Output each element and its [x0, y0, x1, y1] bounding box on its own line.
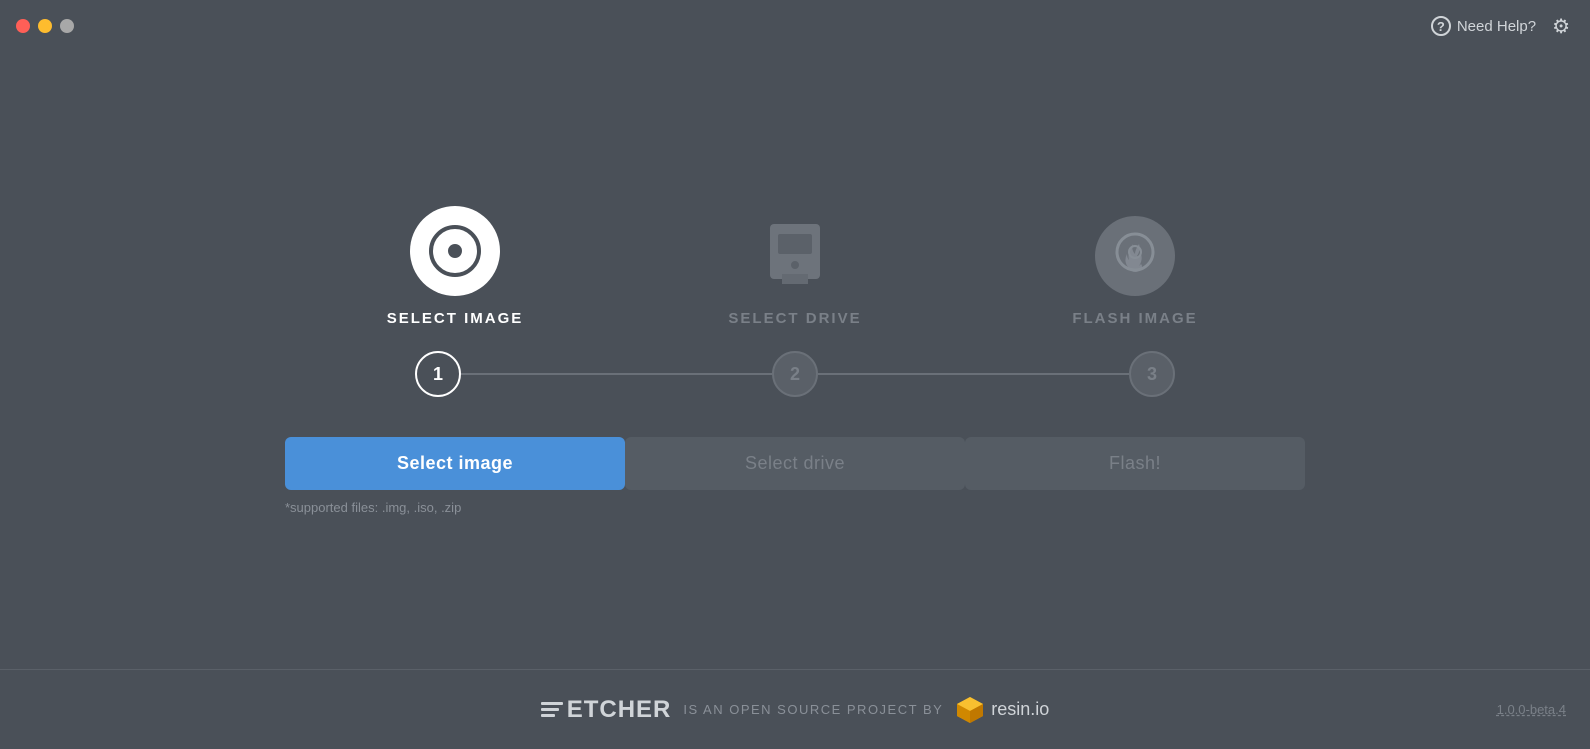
- maximize-button[interactable]: [60, 19, 74, 33]
- select-image-col: Select image *supported files: .img, .is…: [285, 437, 625, 515]
- disc-icon: [410, 206, 500, 296]
- title-bar: ? Need Help? ⚙: [0, 0, 1590, 52]
- step-3-icon-wrapper: [1095, 216, 1175, 296]
- select-image-button[interactable]: Select image: [285, 437, 625, 490]
- etcher-line-2: [541, 708, 559, 711]
- help-icon: ?: [1431, 16, 1451, 36]
- resin-logo: resin.io: [955, 695, 1049, 725]
- step-1-item: SELECT IMAGE: [285, 206, 625, 327]
- title-bar-right: ? Need Help? ⚙: [1431, 0, 1570, 52]
- flash-button[interactable]: Flash!: [965, 437, 1305, 490]
- etcher-line-3: [541, 714, 555, 717]
- select-drive-button[interactable]: Select drive: [625, 437, 965, 490]
- minimize-button[interactable]: [38, 19, 52, 33]
- flash-col: Flash!: [965, 437, 1305, 490]
- main-content: SELECT IMAGE SELECT DRIVE: [0, 52, 1590, 669]
- close-button[interactable]: [16, 19, 30, 33]
- step-line-2-3: [818, 373, 1129, 375]
- steps-icons-row: SELECT IMAGE SELECT DRIVE: [0, 206, 1590, 327]
- flash-icon: [1107, 228, 1163, 284]
- step-3-item: FLASH IMAGE: [965, 216, 1305, 327]
- resin-text: resin.io: [991, 699, 1049, 720]
- select-drive-col: Select drive: [625, 437, 965, 490]
- step-2-item: SELECT DRIVE: [625, 216, 965, 327]
- action-buttons-row: Select image *supported files: .img, .is…: [0, 437, 1590, 515]
- step-circle-1: 1: [415, 351, 461, 397]
- traffic-lights: [16, 19, 74, 33]
- step-circle-3: 3: [1129, 351, 1175, 397]
- etcher-line-1: [541, 702, 563, 705]
- step-1-icon-wrapper: [410, 206, 500, 296]
- etcher-text: ETCHER: [567, 696, 672, 724]
- step-2-label: SELECT DRIVE: [728, 310, 861, 327]
- supported-files-label: *supported files: .img, .iso, .zip: [285, 500, 461, 515]
- disc-center: [448, 244, 462, 258]
- step-2-icon-wrapper: [755, 216, 835, 296]
- step-3-label: FLASH IMAGE: [1072, 310, 1197, 327]
- footer: ETCHER IS AN OPEN SOURCE PROJECT BY resi…: [0, 669, 1590, 749]
- etcher-lines-icon: [541, 702, 563, 717]
- step-line-1-2: [461, 373, 772, 375]
- step-1-label: SELECT IMAGE: [387, 310, 524, 327]
- disc-mid-ring: [429, 225, 481, 277]
- steps-progress: 1 2 3: [415, 351, 1175, 397]
- etcher-logo: ETCHER: [541, 696, 672, 724]
- step-circle-2: 2: [772, 351, 818, 397]
- resin-cube-icon: [955, 695, 985, 725]
- help-link[interactable]: ? Need Help?: [1431, 16, 1536, 36]
- help-label: Need Help?: [1457, 18, 1536, 35]
- version-label: 1.0.0-beta.4: [1497, 702, 1566, 717]
- drive-icon: [760, 219, 830, 294]
- gear-icon[interactable]: ⚙: [1552, 14, 1570, 39]
- footer-description: IS AN OPEN SOURCE PROJECT BY: [683, 702, 943, 717]
